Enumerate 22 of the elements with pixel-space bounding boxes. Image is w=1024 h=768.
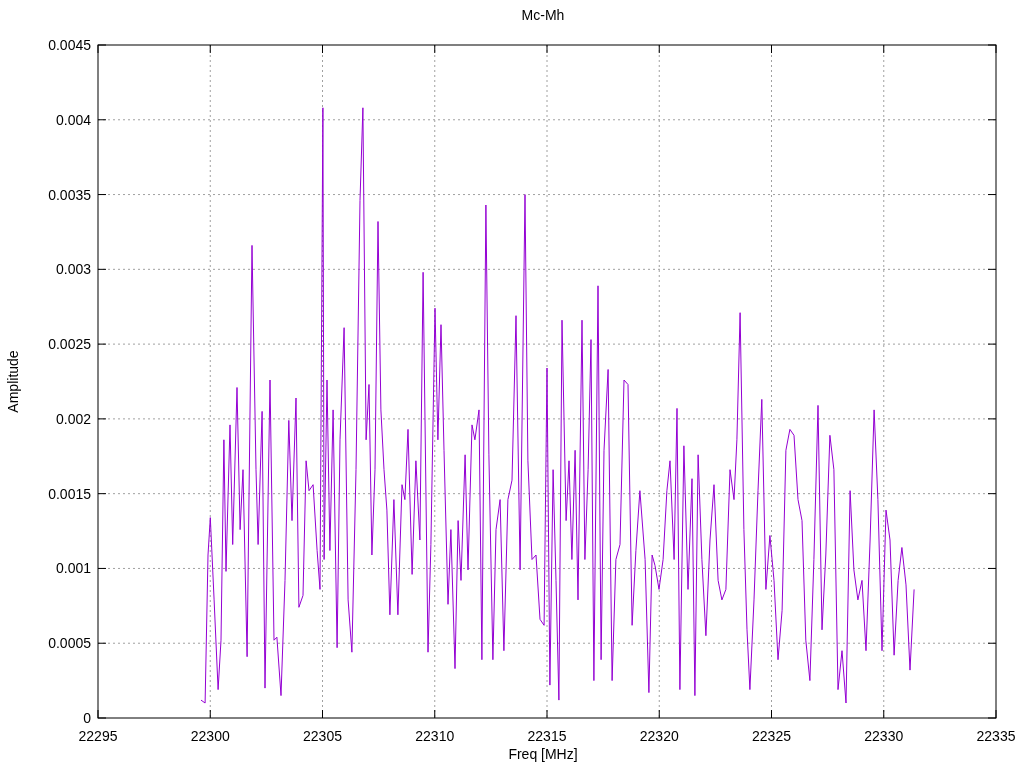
tick-label: 22330 — [864, 728, 904, 744]
tick-label: 22300 — [190, 728, 230, 744]
tick-label: 0.0025 — [48, 336, 91, 353]
tick-label: 0.002 — [55, 410, 91, 427]
tick-label: 0.0035 — [48, 186, 91, 203]
tick-label: 0 — [83, 710, 91, 726]
tick-label: 0.0005 — [48, 635, 91, 652]
chart-title: Mc-Mh — [521, 7, 565, 23]
tick-label: 22335 — [976, 728, 1016, 744]
tick-label: 0.003 — [55, 261, 91, 278]
tick-label: 22295 — [78, 728, 118, 744]
tick-label: 0.004 — [55, 111, 91, 128]
tick-label: 0.0045 — [48, 37, 91, 53]
tick-label: 22315 — [527, 728, 567, 744]
tick-label: 22310 — [415, 728, 455, 744]
tick-label: 22305 — [303, 728, 342, 744]
x-axis-label: Freq [MHz] — [508, 746, 578, 762]
tick-label: 22325 — [752, 728, 791, 744]
tick-label: 0.001 — [55, 560, 91, 577]
tick-label: 22320 — [639, 728, 679, 744]
tick-label: 0.0015 — [48, 485, 91, 502]
y-axis-label: Amplitude — [5, 350, 21, 413]
